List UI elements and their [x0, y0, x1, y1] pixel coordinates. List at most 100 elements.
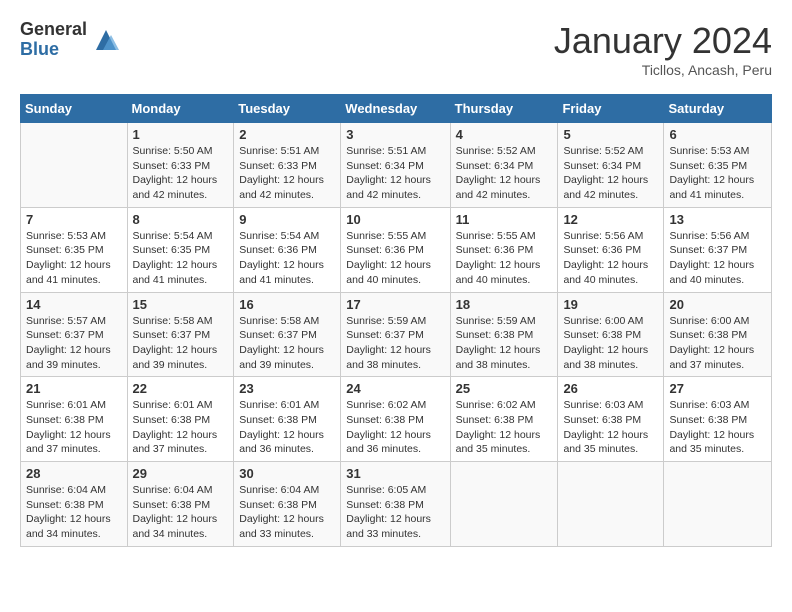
calendar-cell: 23Sunrise: 6:01 AMSunset: 6:38 PMDayligh…: [234, 377, 341, 462]
calendar-cell: 25Sunrise: 6:02 AMSunset: 6:38 PMDayligh…: [450, 377, 558, 462]
day-number: 22: [133, 381, 229, 396]
calendar-cell: 7Sunrise: 5:53 AMSunset: 6:35 PMDaylight…: [21, 207, 128, 292]
calendar-cell: 17 Sunrise: 5:59 AMSunset: 6:37 PMDayligh…: [341, 292, 450, 377]
calendar-cell: [558, 462, 664, 547]
day-info: Sunrise: 5:52 AMSunset: 6:34 PMDaylight:…: [456, 144, 553, 203]
day-number: 14: [26, 297, 122, 312]
logo-text: General Blue: [20, 20, 87, 60]
day-number: 6: [669, 127, 766, 142]
logo-icon: [91, 25, 121, 55]
month-title: January 2024: [554, 20, 772, 62]
day-info: Sunrise: 5:58 AMSunset: 6:37 PMDaylight:…: [239, 314, 335, 373]
logo-blue: Blue: [20, 40, 87, 60]
header-thursday: Thursday: [450, 95, 558, 123]
header-sunday: Sunday: [21, 95, 128, 123]
header-friday: Friday: [558, 95, 664, 123]
title-block: January 2024 Ticllos, Ancash, Peru: [554, 20, 772, 78]
day-info: Sunrise: 5:55 AMSunset: 6:36 PMDaylight:…: [346, 229, 444, 288]
day-number: 25: [456, 381, 553, 396]
day-info: Sunrise: 5:50 AMSunset: 6:33 PMDaylight:…: [133, 144, 229, 203]
day-info: Sunrise: 6:03 AMSunset: 6:38 PMDaylight:…: [563, 398, 658, 457]
day-info: Sunrise: 5:51 AMSunset: 6:34 PMDaylight:…: [346, 144, 444, 203]
calendar-cell: 8Sunrise: 5:54 AMSunset: 6:35 PMDaylight…: [127, 207, 234, 292]
calendar-week-row: 1 Sunrise: 5:50 AMSunset: 6:33 PMDaylight…: [21, 123, 772, 208]
day-number: 20: [669, 297, 766, 312]
header-saturday: Saturday: [664, 95, 772, 123]
day-number: 2: [239, 127, 335, 142]
calendar-cell: 21Sunrise: 6:01 AMSunset: 6:38 PMDayligh…: [21, 377, 128, 462]
calendar-cell: 16Sunrise: 5:58 AMSunset: 6:37 PMDayligh…: [234, 292, 341, 377]
calendar-cell: 2 Sunrise: 5:51 AMSunset: 6:33 PMDaylight…: [234, 123, 341, 208]
day-info: Sunrise: 5:53 AMSunset: 6:35 PMDaylight:…: [669, 144, 766, 203]
header-tuesday: Tuesday: [234, 95, 341, 123]
day-info: Sunrise: 6:01 AMSunset: 6:38 PMDaylight:…: [133, 398, 229, 457]
day-info: Sunrise: 6:04 AMSunset: 6:38 PMDaylight:…: [239, 483, 335, 542]
day-info: Sunrise: 6:00 AMSunset: 6:38 PMDaylight:…: [563, 314, 658, 373]
calendar-week-row: 7Sunrise: 5:53 AMSunset: 6:35 PMDaylight…: [21, 207, 772, 292]
day-number: 3: [346, 127, 444, 142]
logo: General Blue: [20, 20, 121, 60]
calendar-week-row: 28 Sunrise: 6:04 AMSunset: 6:38 PMDayligh…: [21, 462, 772, 547]
day-info: Sunrise: 5:56 AMSunset: 6:37 PMDaylight:…: [669, 229, 766, 288]
day-info: Sunrise: 5:53 AMSunset: 6:35 PMDaylight:…: [26, 229, 122, 288]
calendar-cell: 30Sunrise: 6:04 AMSunset: 6:38 PMDayligh…: [234, 462, 341, 547]
day-number: 1: [133, 127, 229, 142]
calendar-cell: [21, 123, 128, 208]
day-info: Sunrise: 6:01 AMSunset: 6:38 PMDaylight:…: [26, 398, 122, 457]
day-info: Sunrise: 5:59 AMSunset: 6:38 PMDaylight:…: [456, 314, 553, 373]
day-number: 12: [563, 212, 658, 227]
calendar-cell: [450, 462, 558, 547]
calendar-table: SundayMondayTuesdayWednesdayThursdayFrid…: [20, 94, 772, 547]
day-info: Sunrise: 5:51 AMSunset: 6:33 PMDaylight:…: [239, 144, 335, 203]
calendar-header-row: SundayMondayTuesdayWednesdayThursdayFrid…: [21, 95, 772, 123]
day-number: 27: [669, 381, 766, 396]
calendar-cell: 14Sunrise: 5:57 AMSunset: 6:37 PMDayligh…: [21, 292, 128, 377]
calendar-cell: 6 Sunrise: 5:53 AMSunset: 6:35 PMDaylight…: [664, 123, 772, 208]
day-number: 4: [456, 127, 553, 142]
calendar-cell: 18 Sunrise: 5:59 AMSunset: 6:38 PMDayligh…: [450, 292, 558, 377]
calendar-cell: 1 Sunrise: 5:50 AMSunset: 6:33 PMDaylight…: [127, 123, 234, 208]
calendar-week-row: 14Sunrise: 5:57 AMSunset: 6:37 PMDayligh…: [21, 292, 772, 377]
day-info: Sunrise: 5:58 AMSunset: 6:37 PMDaylight:…: [133, 314, 229, 373]
day-number: 29: [133, 466, 229, 481]
calendar-cell: 11 Sunrise: 5:55 AMSunset: 6:36 PMDayligh…: [450, 207, 558, 292]
day-info: Sunrise: 5:54 AMSunset: 6:36 PMDaylight:…: [239, 229, 335, 288]
day-info: Sunrise: 6:02 AMSunset: 6:38 PMDaylight:…: [346, 398, 444, 457]
calendar-cell: 4 Sunrise: 5:52 AMSunset: 6:34 PMDaylight…: [450, 123, 558, 208]
calendar-cell: 19 Sunrise: 6:00 AMSunset: 6:38 PMDayligh…: [558, 292, 664, 377]
calendar-cell: 27 Sunrise: 6:03 AMSunset: 6:38 PMDayligh…: [664, 377, 772, 462]
calendar-cell: 12Sunrise: 5:56 AMSunset: 6:36 PMDayligh…: [558, 207, 664, 292]
calendar-cell: 3 Sunrise: 5:51 AMSunset: 6:34 PMDaylight…: [341, 123, 450, 208]
day-number: 10: [346, 212, 444, 227]
day-info: Sunrise: 5:55 AMSunset: 6:36 PMDaylight:…: [456, 229, 553, 288]
day-number: 17: [346, 297, 444, 312]
day-number: 26: [563, 381, 658, 396]
day-number: 28: [26, 466, 122, 481]
logo-general: General: [20, 20, 87, 40]
calendar-cell: 5Sunrise: 5:52 AMSunset: 6:34 PMDaylight…: [558, 123, 664, 208]
day-number: 11: [456, 212, 553, 227]
page-header: General Blue January 2024 Ticllos, Ancas…: [20, 20, 772, 78]
day-number: 31: [346, 466, 444, 481]
calendar-cell: 10 Sunrise: 5:55 AMSunset: 6:36 PMDayligh…: [341, 207, 450, 292]
calendar-cell: 28Sunrise: 6:04 AMSunset: 6:38 PMDayligh…: [21, 462, 128, 547]
day-number: 9: [239, 212, 335, 227]
day-info: Sunrise: 6:05 AMSunset: 6:38 PMDaylight:…: [346, 483, 444, 542]
day-number: 8: [133, 212, 229, 227]
calendar-cell: [664, 462, 772, 547]
day-info: Sunrise: 5:59 AMSunset: 6:37 PMDaylight:…: [346, 314, 444, 373]
calendar-cell: 15 Sunrise: 5:58 AMSunset: 6:37 PMDayligh…: [127, 292, 234, 377]
header-wednesday: Wednesday: [341, 95, 450, 123]
day-number: 15: [133, 297, 229, 312]
calendar-cell: 20Sunrise: 6:00 AMSunset: 6:38 PMDayligh…: [664, 292, 772, 377]
day-number: 18: [456, 297, 553, 312]
header-monday: Monday: [127, 95, 234, 123]
calendar-cell: 31 Sunrise: 6:05 AMSunset: 6:38 PMDayligh…: [341, 462, 450, 547]
day-info: Sunrise: 6:03 AMSunset: 6:38 PMDaylight:…: [669, 398, 766, 457]
day-number: 19: [563, 297, 658, 312]
calendar-cell: 9 Sunrise: 5:54 AMSunset: 6:36 PMDaylight…: [234, 207, 341, 292]
calendar-cell: 22 Sunrise: 6:01 AMSunset: 6:38 PMDayligh…: [127, 377, 234, 462]
calendar-cell: 13 Sunrise: 5:56 AMSunset: 6:37 PMDayligh…: [664, 207, 772, 292]
day-number: 13: [669, 212, 766, 227]
day-number: 23: [239, 381, 335, 396]
